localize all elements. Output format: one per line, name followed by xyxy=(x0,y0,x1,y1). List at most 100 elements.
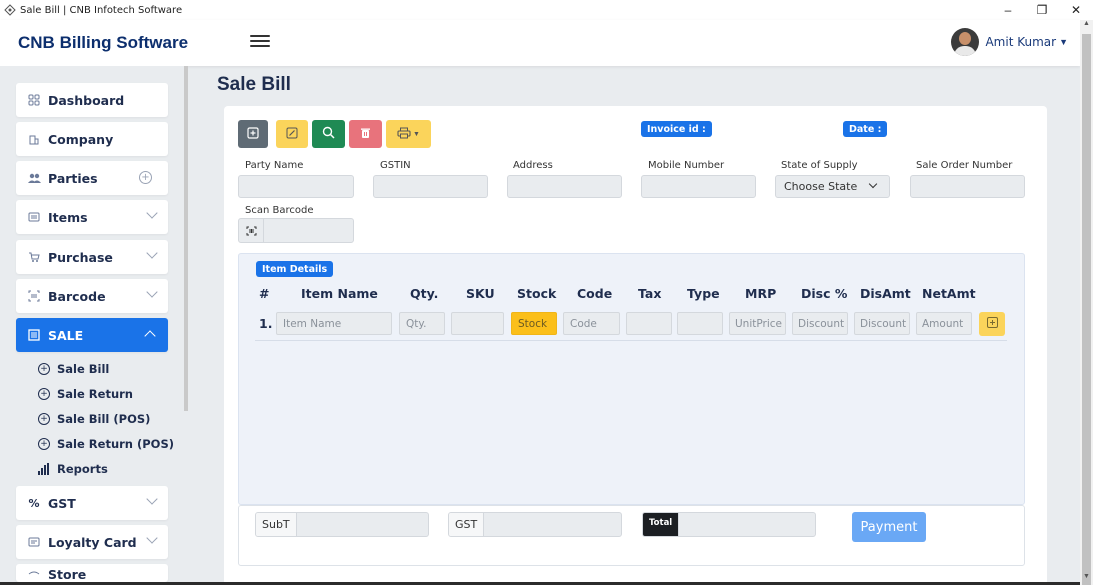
scroll-up-icon[interactable]: ▲ xyxy=(1080,20,1093,32)
minimize-button[interactable]: – xyxy=(991,0,1025,20)
sidebar-item-label: Dashboard xyxy=(48,92,125,108)
sidebar-item-purchase[interactable]: Purchase xyxy=(16,240,168,274)
column-header-type: Type xyxy=(687,286,720,301)
party-name-input[interactable] xyxy=(238,175,354,198)
grid-icon xyxy=(27,93,41,107)
state-of-supply-select[interactable]: Choose State xyxy=(775,175,890,198)
sidebar-item-sale[interactable]: SALE xyxy=(16,318,168,352)
gstin-label: GSTIN xyxy=(380,160,411,171)
plus-circle-icon: + xyxy=(38,363,50,375)
menu-toggle-icon[interactable] xyxy=(250,32,270,52)
chevron-down-icon xyxy=(146,532,158,544)
search-button[interactable] xyxy=(312,120,345,148)
sale-order-number-label: Sale Order Number xyxy=(916,160,1013,171)
trash-icon xyxy=(360,127,371,142)
user-name: Amit Kumar xyxy=(985,35,1057,49)
total-input[interactable] xyxy=(679,513,815,536)
cart-icon xyxy=(27,250,41,264)
subitem-label: Sale Bill (POS) xyxy=(57,412,151,426)
avatar xyxy=(951,28,980,56)
gst-label: GST xyxy=(449,513,485,536)
window-scrollbar[interactable]: ▲ ▼ xyxy=(1080,20,1093,585)
sku-input[interactable] xyxy=(451,312,504,335)
sidebar-subitem-sale-return-pos[interactable]: + Sale Return (POS) xyxy=(38,437,174,451)
sidebar-subitem-sale-return[interactable]: + Sale Return xyxy=(38,387,133,401)
column-header-disc-pct: Disc % xyxy=(801,286,848,301)
sidebar-item-parties[interactable]: Parties + xyxy=(16,161,168,195)
invoice-id-badge: Invoice id : xyxy=(641,121,712,137)
total-label: Total xyxy=(643,513,680,536)
close-button[interactable]: ✕ xyxy=(1059,0,1093,20)
sidebar-subitem-reports[interactable]: Reports xyxy=(38,462,108,476)
user-menu[interactable]: Amit Kumar ▼ xyxy=(951,28,1068,56)
building-icon xyxy=(27,132,41,146)
party-name-label: Party Name xyxy=(245,160,304,171)
item-name-input[interactable]: Item Name xyxy=(276,312,392,335)
maximize-button[interactable]: ❐ xyxy=(1025,0,1059,20)
percent-icon: % xyxy=(28,496,40,510)
plus-circle-icon: + xyxy=(38,413,50,425)
sidebar-item-label: Loyalty Card xyxy=(48,534,137,550)
mrp-input[interactable]: UnitPrice xyxy=(729,312,786,335)
chevron-up-icon xyxy=(144,330,156,342)
sidebar-scrollbar[interactable] xyxy=(184,66,188,411)
sidebar-item-dashboard[interactable]: Dashboard xyxy=(16,83,168,117)
brand-title[interactable]: CNB Billing Software xyxy=(18,33,188,53)
caret-down-icon: ▼ xyxy=(1059,37,1068,47)
disamt-input[interactable]: Discount xyxy=(854,312,910,335)
disc-pct-input[interactable]: Discount xyxy=(792,312,848,335)
chevron-down-icon xyxy=(146,207,158,219)
sidebar-item-items[interactable]: Items xyxy=(16,200,168,234)
store-icon xyxy=(27,568,41,582)
stock-field: Stock xyxy=(511,312,557,335)
tax-input[interactable] xyxy=(626,312,672,335)
edit-button[interactable] xyxy=(276,120,308,148)
mobile-number-label: Mobile Number xyxy=(648,160,725,171)
type-input[interactable] xyxy=(677,312,723,335)
subtotal-group: SubT xyxy=(255,512,429,537)
subtotal-input[interactable] xyxy=(297,513,428,536)
sale-order-number-input[interactable] xyxy=(910,175,1025,198)
delete-button[interactable] xyxy=(349,120,382,148)
qty-input[interactable]: Qty. xyxy=(399,312,445,335)
sidebar-item-loyalty-card[interactable]: Loyalty Card xyxy=(16,525,168,559)
card-icon xyxy=(27,535,41,549)
address-input[interactable] xyxy=(507,175,622,198)
sidebar-item-label: Store xyxy=(48,567,87,582)
column-header-qty: Qty. xyxy=(410,286,439,301)
sidebar-subitem-sale-bill[interactable]: + Sale Bill xyxy=(38,362,109,376)
gst-input[interactable] xyxy=(484,513,621,536)
scroll-down-icon[interactable]: ▼ xyxy=(1080,573,1093,585)
add-circle-icon[interactable]: + xyxy=(139,171,152,184)
total-group: Total xyxy=(642,512,816,537)
sidebar-item-label: Items xyxy=(48,209,88,225)
list-icon xyxy=(27,210,41,224)
payment-button[interactable]: Payment xyxy=(852,512,926,542)
column-header-item-name: Item Name xyxy=(301,286,378,301)
chevron-down-icon xyxy=(868,179,878,189)
netamt-input[interactable]: Amount xyxy=(916,312,972,335)
code-input[interactable]: Code xyxy=(563,312,620,335)
plus-square-icon xyxy=(986,317,998,331)
add-row-button[interactable] xyxy=(979,312,1005,336)
printer-icon xyxy=(397,127,411,142)
receipt-icon xyxy=(27,328,41,342)
column-header-stock: Stock xyxy=(517,286,557,301)
column-header-tax: Tax xyxy=(638,286,662,301)
new-bill-button[interactable] xyxy=(238,120,268,148)
column-header-mrp: MRP xyxy=(745,286,777,301)
column-header-index: # xyxy=(259,286,270,301)
sidebar-item-barcode[interactable]: Barcode xyxy=(16,279,168,313)
column-header-code: Code xyxy=(577,286,613,301)
print-dropdown-button[interactable]: ▼ xyxy=(386,120,431,148)
sidebar-subitem-sale-bill-pos[interactable]: + Sale Bill (POS) xyxy=(38,412,150,426)
scan-barcode-input[interactable] xyxy=(238,218,354,243)
scrollbar-thumb[interactable] xyxy=(1082,34,1091,585)
sidebar-item-gst[interactable]: % GST xyxy=(16,486,168,520)
caret-down-icon: ▼ xyxy=(413,130,420,138)
mobile-number-input[interactable] xyxy=(641,175,756,198)
sidebar-item-company[interactable]: Company xyxy=(16,122,168,156)
app-header: CNB Billing Software Amit Kumar ▼ xyxy=(0,20,1080,66)
sidebar-item-store[interactable]: Store xyxy=(16,564,168,582)
gstin-input[interactable] xyxy=(373,175,488,198)
